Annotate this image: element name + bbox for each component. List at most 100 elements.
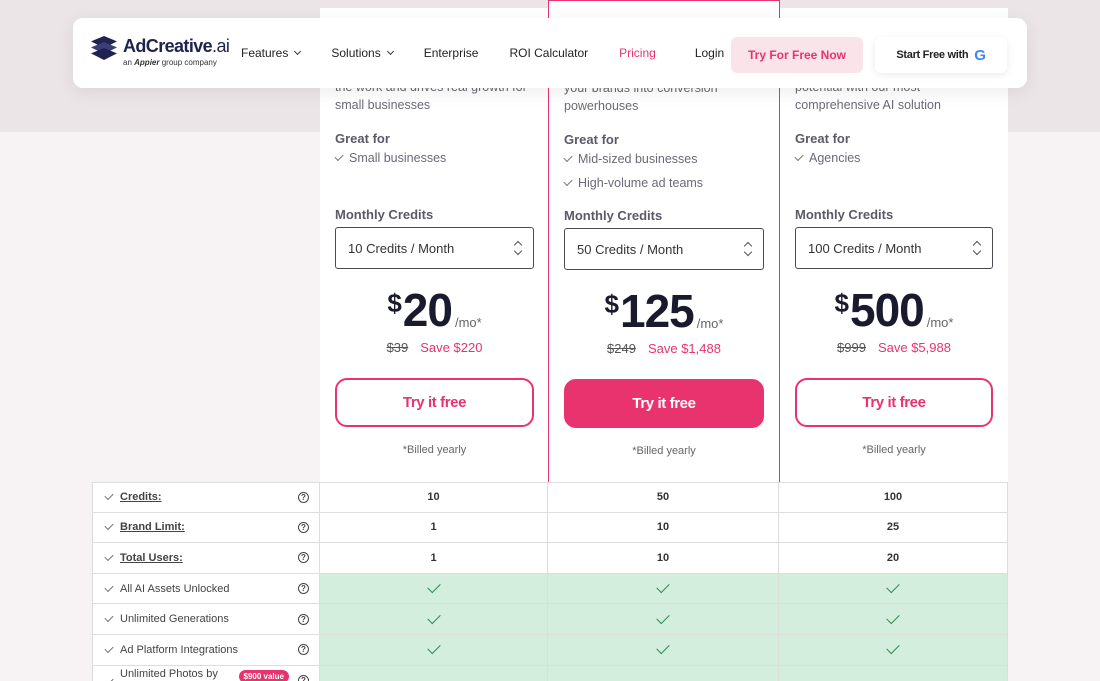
check-icon [104, 613, 114, 623]
feature-label: All AI Assets Unlocked [120, 582, 230, 595]
feature-value: 50 [548, 482, 779, 513]
check-icon [104, 675, 114, 681]
savings: Save $220 [420, 340, 483, 355]
feature-value: 1 [320, 543, 548, 574]
help-icon[interactable]: ? [298, 491, 309, 503]
try-it-free-button[interactable]: Try it free [795, 378, 993, 427]
billed-yearly-note: *Billed yearly [632, 445, 696, 457]
feature-label: Ad Platform Integrations [120, 643, 239, 656]
plan-description: small businesses [335, 98, 431, 112]
savings: Save $5,988 [877, 340, 951, 355]
feature-value: 100 [779, 482, 1008, 513]
try-it-free-button[interactable]: Try it free [564, 379, 764, 428]
check-icon [563, 176, 573, 187]
help-icon[interactable]: ? [298, 674, 309, 681]
table-row: All AI Assets Unlocked? [92, 573, 1008, 605]
feature-value: 10 [548, 543, 779, 574]
nav-item-login[interactable]: Login [695, 46, 724, 60]
feature-label[interactable]: Total Users: [120, 552, 298, 564]
help-icon[interactable]: ? [298, 644, 309, 656]
feature-included [779, 604, 1008, 635]
feature-included [779, 573, 1008, 605]
nav-item-features[interactable]: Features [241, 46, 302, 60]
great-for-item: Mid-sized businesses [563, 147, 764, 171]
try-for-free-now-button[interactable]: Try For Free Now [731, 37, 863, 73]
help-icon[interactable]: ? [298, 552, 309, 564]
billed-yearly-note: *Billed yearly [862, 444, 926, 456]
check-icon [104, 491, 114, 501]
google-icon: G [974, 46, 986, 64]
feature-value: 10 [320, 482, 548, 513]
help-icon[interactable]: ? [298, 583, 309, 595]
great-for-item: Small businesses [334, 146, 534, 170]
feature-label[interactable]: Brand Limit: [120, 521, 298, 533]
check-icon [426, 641, 441, 655]
top-navbar: AdCreative.ai an Appier group company Fe… [73, 18, 1027, 88]
feature-included [548, 573, 779, 605]
start-free-with-google-button[interactable]: Start Free with G [875, 37, 1007, 73]
check-icon [794, 151, 804, 162]
check-icon [104, 643, 114, 653]
check-icon [886, 641, 900, 655]
price: $ 500 /mo* [834, 284, 954, 336]
monthly-credits-label: Monthly Credits [795, 207, 894, 222]
monthly-credits-label: Monthly Credits [564, 208, 663, 223]
check-icon [426, 579, 441, 594]
nav-item-pricing[interactable]: Pricing [619, 46, 656, 60]
table-row: Credits:? 10 50 100 [92, 482, 1008, 513]
plan-description: comprehensive AI solution [795, 98, 941, 112]
value-badge: $900 value [238, 669, 289, 681]
check-icon [886, 579, 900, 594]
nav-menu: Features Solutions Enterprise ROI Calcul… [241, 18, 724, 88]
price: $ 125 /mo* [604, 285, 724, 337]
check-icon [656, 641, 670, 655]
feature-value: 10 [548, 512, 779, 544]
select-arrows-icon [513, 240, 523, 256]
check-icon [656, 610, 670, 624]
original-price: $39 [386, 340, 409, 355]
nav-item-roi-calculator[interactable]: ROI Calculator [509, 46, 588, 60]
feature-included [779, 665, 1008, 681]
try-it-free-button[interactable]: Try it free [335, 378, 534, 427]
feature-included [779, 634, 1008, 666]
great-for-title: Great for [795, 131, 850, 146]
chevron-down-icon [386, 47, 394, 56]
feature-value: 25 [779, 512, 1008, 544]
price: $ 20 /mo* [387, 284, 482, 336]
nav-item-solutions[interactable]: Solutions [331, 46, 394, 60]
check-icon [104, 582, 114, 592]
feature-included [548, 604, 779, 635]
help-icon[interactable]: ? [298, 521, 309, 533]
check-icon [656, 579, 670, 594]
check-icon [334, 151, 344, 162]
feature-value: 20 [779, 543, 1008, 574]
monthly-credits-label: Monthly Credits [335, 207, 434, 222]
credits-select[interactable]: 50 Credits / Month [564, 228, 764, 270]
check-icon [563, 152, 573, 163]
feature-value: 1 [320, 512, 548, 544]
logo-stack-icon [91, 36, 117, 62]
table-row: Total Users:? 1 10 20 [92, 543, 1008, 574]
nav-item-enterprise[interactable]: Enterprise [424, 46, 479, 60]
great-for-item: High-volume ad teams [563, 171, 764, 195]
credits-select[interactable]: 100 Credits / Month [795, 227, 993, 269]
billed-yearly-note: *Billed yearly [402, 444, 467, 456]
feature-comparison-table: Credits:? 10 50 100 Brand Limit:? 1 10 2… [92, 482, 1008, 681]
great-for-item: Agencies [794, 146, 993, 170]
check-icon [104, 521, 114, 531]
credits-select[interactable]: 10 Credits / Month [335, 227, 534, 269]
select-arrows-icon [972, 240, 982, 256]
feature-included [548, 665, 779, 681]
feature-label: Unlimited Generations [120, 613, 229, 626]
great-for-title: Great for [564, 132, 619, 147]
chevron-down-icon [294, 47, 302, 56]
feature-label[interactable]: Credits: [120, 491, 298, 503]
feature-included [320, 634, 548, 666]
original-price: $249 [607, 341, 636, 356]
original-price: $999 [837, 340, 866, 355]
help-icon[interactable]: ? [298, 613, 309, 625]
check-icon [426, 610, 441, 624]
brand-logo[interactable]: AdCreative.ai an Appier group company [91, 36, 230, 67]
table-row: Unlimited Generations? [92, 604, 1008, 635]
feature-included [320, 573, 548, 605]
